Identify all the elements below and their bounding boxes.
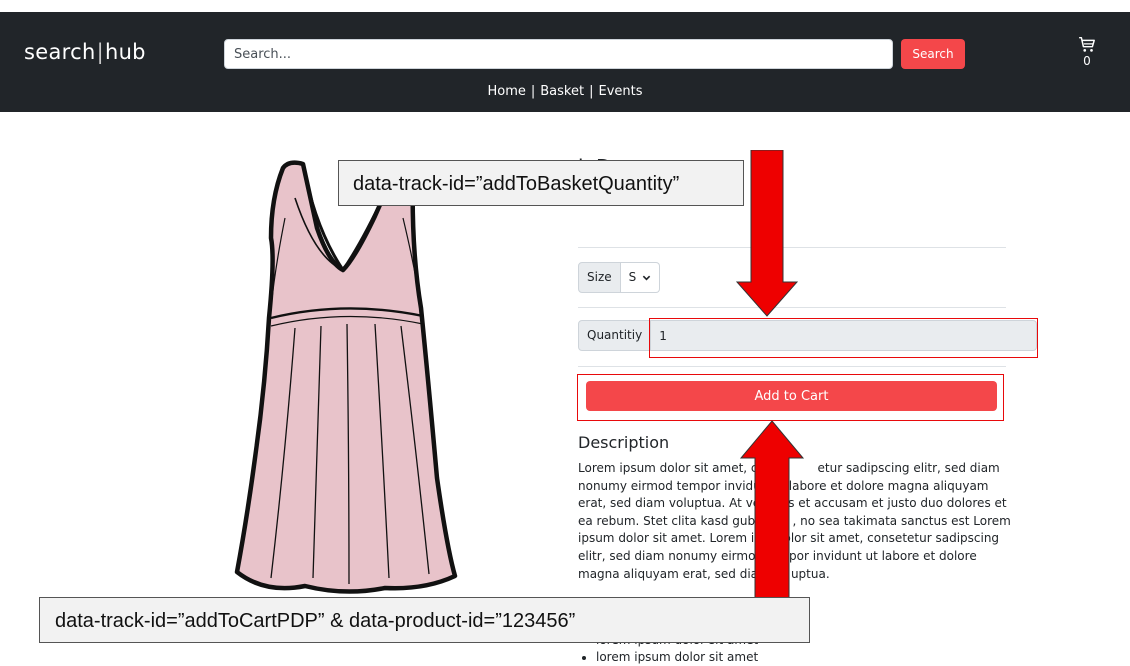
description-line: ipsum dolor sit amet. Lorem ip dolor sit … <box>578 531 1000 546</box>
cart-icon <box>1079 36 1095 52</box>
quantity-tracking-callout: data-track-id=”addToBasketQuantity” <box>338 160 744 206</box>
nav-home[interactable]: Home <box>487 84 525 99</box>
add-to-cart-highlight-box <box>577 374 1004 421</box>
callout-text: data-track-id=”addToCartPDP” & data-prod… <box>55 610 576 632</box>
quantity-label: Quantitiy <box>578 320 652 351</box>
size-value: S <box>628 270 637 284</box>
quantity-highlight-box <box>649 318 1038 358</box>
description-line: magna aliquyam erat, sed diar uptua. <box>578 566 830 581</box>
logo-separator: | <box>96 40 104 64</box>
nav-events[interactable]: Events <box>598 84 642 99</box>
add-to-cart-tracking-callout: data-track-id=”addToCartPDP” & data-prod… <box>39 597 810 643</box>
main-nav: Home | Basket | Events <box>0 84 1130 99</box>
cart-link[interactable]: 0 <box>1074 36 1100 68</box>
nav-separator: | <box>530 84 536 99</box>
list-item: lorem ipsum dolor sit amet <box>596 649 758 666</box>
description-text: Lorem ipsum dolor sit amet, c etur sadips… <box>578 460 1038 583</box>
dress-image <box>234 160 458 594</box>
divider <box>578 366 1006 367</box>
arrow-down-icon <box>735 150 799 317</box>
chevron-down-icon <box>643 275 651 281</box>
description-line: nonumy eirmod tempor invidu labore et dol… <box>578 478 989 493</box>
search-input[interactable] <box>224 39 893 69</box>
size-select[interactable]: S <box>620 262 661 293</box>
description-line: elitr, sed diam nonumy eirmod por invidun… <box>578 548 977 563</box>
size-label: Size <box>578 262 621 293</box>
nav-basket[interactable]: Basket <box>540 84 584 99</box>
arrow-up-icon <box>739 420 805 600</box>
cart-count: 0 <box>1083 54 1091 68</box>
description-heading: Description <box>578 433 670 452</box>
nav-separator: | <box>589 84 594 99</box>
logo-text-search: search <box>24 40 96 64</box>
description-line: erat, sed diam voluptua. At ve s et accus… <box>578 496 1007 511</box>
callout-text: data-track-id=”addToBasketQuantity” <box>353 173 680 195</box>
description-line: ea rebum. Stet clita kasd gube, no sea t… <box>578 513 1011 528</box>
search-button[interactable]: Search <box>901 39 965 69</box>
logo-text-hub: hub <box>104 40 146 64</box>
description-line: Lorem ipsum dolor sit amet, c etur sadips… <box>578 461 1000 475</box>
size-group: Size S <box>578 262 661 293</box>
top-navbar: search|hub Search 0 Home|Basket|Events <box>0 12 1130 112</box>
searchhub-logo[interactable]: search|hub <box>24 40 146 64</box>
